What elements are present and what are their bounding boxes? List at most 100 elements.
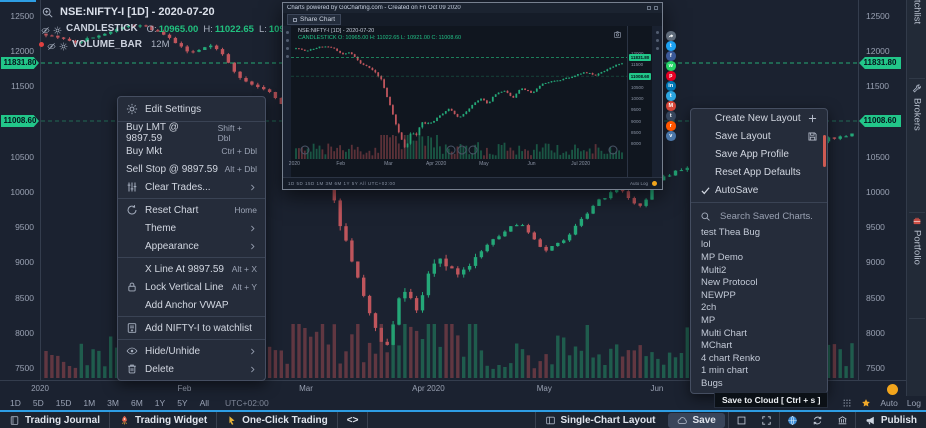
- saved-chart-item[interactable]: 1 min chart: [691, 365, 827, 378]
- search-input[interactable]: [718, 210, 818, 223]
- toolbar-frame-button[interactable]: [729, 412, 754, 428]
- share-pinterest-button[interactable]: p: [666, 71, 676, 81]
- toolbar-one-click-trading-button[interactable]: One-Click Trading: [217, 412, 338, 428]
- menu-item-reset-app-defaults[interactable]: Reset App Defaults: [691, 163, 827, 181]
- menu-item-save-layout[interactable]: Save Layout: [691, 127, 827, 145]
- saved-chart-item[interactable]: NEWPP: [691, 289, 827, 302]
- timeframe-5d[interactable]: 5D: [33, 398, 44, 408]
- share-linkedin-button[interactable]: in: [666, 81, 676, 91]
- timeframe-15d[interactable]: 15D: [56, 398, 72, 408]
- saved-chart-item[interactable]: MP: [691, 314, 827, 327]
- share-reddit-button[interactable]: r: [666, 121, 676, 131]
- chevron-right-icon: [248, 347, 257, 356]
- sliders-icon: [126, 181, 138, 193]
- share-twitter-button[interactable]: t: [666, 41, 676, 51]
- sidebar-tab-label: Portfolio: [912, 230, 923, 265]
- menu-item-theme[interactable]: Theme: [118, 219, 265, 237]
- toolbar-right-group: Single-Chart LayoutSave Publish: [535, 412, 926, 428]
- toolbar-trading-widget-button[interactable]: Trading Widget: [110, 412, 217, 428]
- menu-item-add-to-watchlist[interactable]: Add NIFTY-I to watchlist: [118, 319, 265, 337]
- share-telegram-button[interactable]: t: [666, 91, 676, 101]
- menu-item-x-line-at[interactable]: X Line At 9897.59Alt + X: [118, 260, 265, 278]
- toolbar-sync-button[interactable]: [805, 412, 830, 428]
- menu-item-delete[interactable]: Delete: [118, 360, 265, 378]
- saved-chart-item[interactable]: test Thea Bug: [691, 226, 827, 239]
- saved-chart-item[interactable]: Multi2: [691, 264, 827, 277]
- toolbar-publish-button[interactable]: Publish: [856, 412, 926, 428]
- menu-item-reset-chart[interactable]: Reset ChartHome: [118, 201, 265, 219]
- price-tick: 9000: [0, 257, 34, 267]
- menu-scrollbar-thumb[interactable]: [823, 135, 826, 167]
- auto-scale-label[interactable]: Auto: [880, 398, 898, 408]
- share-facebook-button[interactable]: f: [666, 51, 676, 61]
- share-whatsapp-button[interactable]: w: [666, 61, 676, 71]
- popup-time-tick: Jul 2020: [571, 161, 590, 167]
- camera-icon[interactable]: [613, 30, 622, 39]
- popup-right-sidebar: [652, 26, 662, 177]
- popup-share-chart-tab[interactable]: Share Chart: [287, 14, 341, 25]
- journal-icon: [9, 415, 20, 426]
- menu-item-save-app-profile[interactable]: Save App Profile: [691, 145, 827, 163]
- saved-chart-item[interactable]: 4 chart Renko: [691, 352, 827, 365]
- popup-close-icon[interactable]: [654, 6, 658, 10]
- menu-item-edit-settings[interactable]: Edit Settings: [118, 99, 265, 119]
- go-to-realtime-button[interactable]: [887, 384, 898, 395]
- favorite-icon[interactable]: [861, 398, 871, 408]
- timeframe-all[interactable]: All: [200, 398, 209, 408]
- toolbar-code-toggle-button[interactable]: <>: [338, 412, 369, 428]
- zoom-in-icon[interactable]: [41, 6, 54, 19]
- menu-item-hide-unhide[interactable]: Hide/Unhide: [118, 342, 265, 360]
- timeframe-3m[interactable]: 3M: [107, 398, 119, 408]
- timeframe-1d[interactable]: 1D: [10, 398, 21, 408]
- share-vk-button[interactable]: v: [666, 131, 676, 141]
- toolbar-fullscreen-button[interactable]: [754, 412, 779, 428]
- saved-chart-item[interactable]: Bugs: [691, 377, 827, 390]
- menu-item-sell-stop[interactable]: Sell Stop @ 9897.59Alt + Dbl: [118, 160, 265, 178]
- timezone-label[interactable]: UTC+02:00: [225, 398, 269, 408]
- timeframe-1m[interactable]: 1M: [83, 398, 95, 408]
- study-settings-icon[interactable]: [53, 24, 62, 33]
- popup-maximize-icon[interactable]: [647, 6, 651, 10]
- hide-study-icon[interactable]: [41, 24, 50, 33]
- tab-label: Share Chart: [300, 16, 335, 23]
- menu-item-clear-trades[interactable]: Clear Trades...: [118, 178, 265, 196]
- sidebar-tab-portfolio[interactable]: Portfolio: [907, 216, 926, 265]
- timeframe-5y[interactable]: 5Y: [177, 398, 187, 408]
- saved-chart-item[interactable]: MP Demo: [691, 251, 827, 264]
- popup-candles: [291, 38, 627, 160]
- log-scale-label[interactable]: Log: [907, 398, 921, 408]
- price-tick: 7500: [0, 363, 34, 373]
- saved-charts-list: test Thea BuglolMP DemoMulti2New Protoco…: [691, 226, 827, 390]
- menu-item-lock-vertical-line[interactable]: Lock Vertical LineAlt + Y: [118, 278, 265, 296]
- share-share-button[interactable]: [666, 31, 676, 41]
- sidebar-tab-label: Brokers: [912, 98, 923, 131]
- menu-item-buy-lmt[interactable]: Buy LMT @ 9897.59Shift + Dbl: [118, 124, 265, 142]
- menu-item-appearance[interactable]: Appearance: [118, 237, 265, 255]
- sidebar-tab-brokers[interactable]: Brokers: [907, 84, 926, 131]
- timeframe-6m[interactable]: 6M: [131, 398, 143, 408]
- volume-settings-icon[interactable]: [59, 40, 68, 49]
- share-tumblr-button[interactable]: t: [666, 111, 676, 121]
- menu-item-add-anchor-vwap[interactable]: Add Anchor VWAP: [118, 296, 265, 314]
- grid-settings-icon[interactable]: [842, 398, 852, 408]
- popup-time-tick: Mar: [384, 161, 393, 167]
- saved-chart-item[interactable]: 2ch: [691, 302, 827, 315]
- share-gmail-button[interactable]: M: [666, 101, 676, 111]
- ohlc-key: L:: [259, 24, 267, 35]
- toolbar-globe-button[interactable]: [780, 412, 805, 428]
- saved-chart-item[interactable]: Multi Chart: [691, 327, 827, 340]
- menu-item-autosave[interactable]: AutoSave: [691, 181, 827, 199]
- saved-chart-item[interactable]: lol: [691, 239, 827, 252]
- toolbar-exchange-button[interactable]: [830, 412, 855, 428]
- menu-item-create-new-layout[interactable]: Create New Layout: [691, 109, 827, 127]
- toolbar-save-button[interactable]: Save: [668, 413, 725, 428]
- timeframe-1y[interactable]: 1Y: [155, 398, 165, 408]
- saved-chart-item[interactable]: MChart: [691, 339, 827, 352]
- hide-volume-icon[interactable]: [47, 40, 56, 49]
- sidebar-tab-watchlist[interactable]: Watchlist: [907, 0, 926, 24]
- popup-time-tick: Feb: [336, 161, 345, 167]
- toolbar-trading-journal-button[interactable]: Trading Journal: [0, 412, 110, 428]
- menu-item-buy-mkt[interactable]: Buy MktCtrl + Dbl: [118, 142, 265, 160]
- saved-chart-item[interactable]: New Protocol: [691, 276, 827, 289]
- toolbar-single-chart-layout-button[interactable]: Single-Chart Layout: [536, 412, 665, 428]
